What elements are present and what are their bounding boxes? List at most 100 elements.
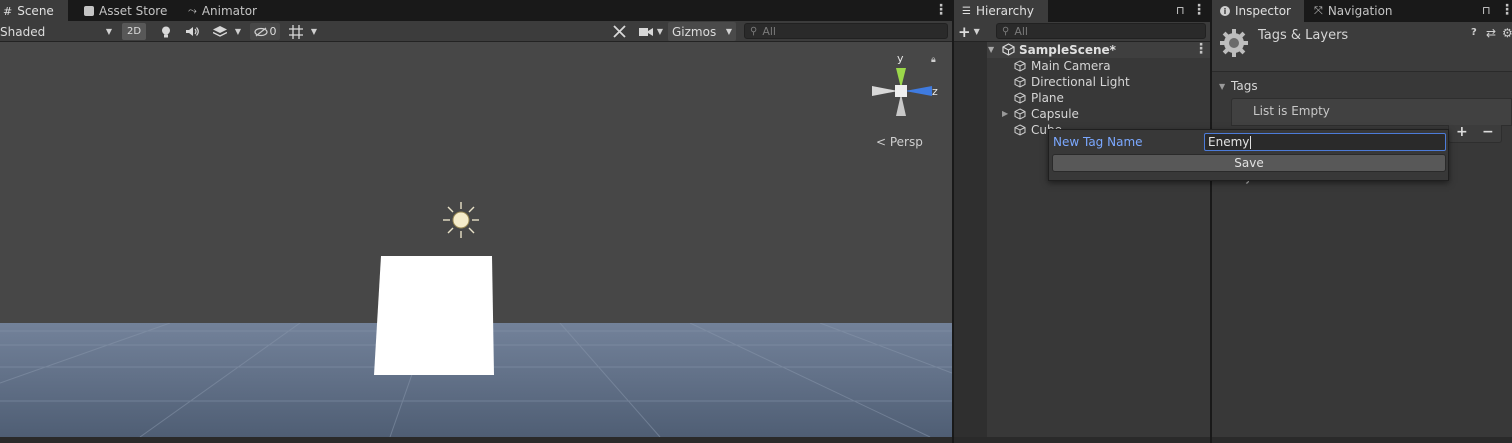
list-icon: ☰: [962, 5, 971, 17]
hierarchy-search-input[interactable]: ⚲ All: [996, 23, 1206, 39]
inspector-bottom-bar: [1212, 437, 1512, 443]
tab-hierarchy-label: Hierarchy: [975, 4, 1034, 18]
tab-animator-label: Animator: [201, 4, 257, 18]
scene-menu-button[interactable]: ⋮: [1194, 41, 1208, 57]
chevron-down-icon: ▼: [105, 27, 112, 36]
save-button-label: Save: [1234, 156, 1264, 170]
hierarchy-menu-button[interactable]: ⋮: [1192, 2, 1206, 18]
layers-icon: [212, 25, 227, 37]
lock-icon[interactable]: ⊓: [1482, 4, 1491, 17]
hierarchy-item-plane[interactable]: Plane: [1014, 90, 1064, 106]
eye-slash-icon: [253, 27, 268, 36]
hidden-count: 0: [269, 25, 277, 38]
remove-tag-button[interactable]: −: [1482, 124, 1494, 140]
gear-icon: [1220, 29, 1248, 57]
unity-scene-icon: [1002, 43, 1015, 56]
cube-icon: [1014, 76, 1026, 88]
chevron-down-icon: ▼: [656, 27, 664, 36]
info-icon: i: [1220, 6, 1230, 16]
add-tag-button[interactable]: +: [1456, 124, 1468, 140]
gizmos-label: Gizmos: [672, 24, 717, 39]
tab-inspector[interactable]: i Inspector: [1212, 0, 1304, 22]
hierarchy-item-main-camera[interactable]: Main Camera: [1014, 58, 1111, 74]
hierarchy-item-label: Main Camera: [1031, 59, 1111, 73]
cube-icon: [1014, 92, 1026, 104]
tab-animator[interactable]: ⤳ Animator: [180, 0, 265, 22]
navigation-icon: ⤧: [1314, 4, 1323, 17]
tab-navigation[interactable]: ⤧ Navigation: [1306, 0, 1401, 22]
grid-icon: #: [3, 4, 13, 18]
text-cursor: [1250, 135, 1252, 149]
lock-icon[interactable]: 🔒︎: [931, 55, 936, 65]
new-tag-name-label: New Tag Name: [1053, 135, 1143, 149]
hierarchy-gutter: [954, 42, 987, 437]
camera-icon: [638, 27, 653, 36]
grid-snap-icon: [288, 24, 303, 39]
hidden-objects-toggle[interactable]: 0: [250, 23, 280, 40]
camera-dropdown[interactable]: ▼: [636, 23, 666, 40]
effects-dropdown[interactable]: ▼: [208, 23, 246, 40]
tab-hierarchy[interactable]: ☰ Hierarchy: [954, 0, 1048, 22]
tools-button[interactable]: [610, 23, 628, 40]
speaker-icon: [185, 27, 199, 36]
plus-icon: +: [958, 22, 971, 41]
lock-icon[interactable]: ⊓: [1176, 4, 1185, 17]
lighting-toggle-button[interactable]: [158, 23, 174, 40]
inspector-menu-button[interactable]: ⋮: [1500, 2, 1512, 18]
chevron-down-icon: ▼: [725, 27, 732, 36]
help-icon[interactable]: ?: [1471, 27, 1477, 38]
chevron-down-icon: ▼: [234, 27, 242, 36]
cube-object[interactable]: [372, 256, 496, 376]
add-object-dropdown[interactable]: + ▼: [958, 22, 990, 41]
audio-toggle-button[interactable]: [184, 23, 200, 40]
animator-icon: ⤳: [188, 4, 197, 17]
search-icon: ⚲: [1002, 25, 1010, 37]
shopping-bag-icon: [84, 6, 94, 16]
cube-icon: [1014, 124, 1026, 136]
tags-list-empty: List is Empty: [1253, 104, 1330, 118]
grid-snapping-dropdown[interactable]: ▼: [284, 23, 322, 40]
tab-scene[interactable]: # Scene: [0, 0, 68, 22]
scene-search-placeholder: All: [762, 24, 776, 38]
gizmo-axis-y-label: y: [897, 52, 904, 65]
hierarchy-item-label: Plane: [1031, 91, 1064, 105]
scene-panel: # Scene Asset Store ⤳ Animator ⋮ Shaded …: [0, 0, 952, 443]
chevron-down-icon: ▼: [310, 27, 318, 36]
tab-asset-store[interactable]: Asset Store: [76, 0, 175, 22]
cube-icon: [1014, 60, 1026, 72]
hierarchy-item-label: Capsule: [1031, 107, 1079, 121]
scene-panel-menu-button[interactable]: ⋮: [934, 2, 948, 18]
tab-navigation-label: Navigation: [1327, 4, 1393, 18]
tab-inspector-label: Inspector: [1235, 4, 1291, 18]
sun-icon[interactable]: [442, 201, 480, 239]
cube-icon: [1014, 108, 1026, 120]
presets-icon[interactable]: ⇄: [1486, 26, 1496, 40]
toggle-2d-button[interactable]: 2D: [122, 23, 146, 40]
scene-viewport[interactable]: y z 🔒︎ < Persp: [0, 42, 952, 437]
new-tag-name-input[interactable]: Enemy: [1204, 133, 1446, 151]
tab-scene-label: Scene: [17, 4, 54, 18]
projection-toggle[interactable]: < Persp: [876, 135, 923, 149]
hierarchy-item-label: Directional Light: [1031, 75, 1130, 89]
hierarchy-bottom-bar: [954, 437, 1210, 443]
shading-mode-dropdown[interactable]: Shaded ▼: [0, 22, 116, 41]
expand-triangle-icon[interactable]: ▼: [1219, 82, 1225, 91]
expand-triangle-icon[interactable]: ▶: [1002, 109, 1008, 118]
hierarchy-search-placeholder: All: [1014, 24, 1028, 38]
shading-mode-label: Shaded: [0, 24, 46, 39]
settings-gear-icon[interactable]: ⚙: [1502, 26, 1512, 40]
gizmos-dropdown[interactable]: Gizmos ▼: [668, 22, 736, 41]
save-button[interactable]: Save: [1052, 154, 1446, 172]
expand-triangle-icon[interactable]: ▼: [988, 45, 994, 54]
tags-section-header[interactable]: Tags: [1231, 79, 1258, 93]
scene-search-input[interactable]: ⚲ All: [744, 23, 948, 39]
scene-bottom-bar: [0, 437, 952, 443]
hierarchy-item-capsule[interactable]: Capsule: [1014, 106, 1079, 122]
lightbulb-icon: [162, 26, 170, 37]
inspector-header: [1212, 22, 1512, 72]
tools-icon: [612, 25, 626, 38]
gizmo-axis-z-label: z: [932, 85, 938, 98]
toggle-2d-label: 2D: [126, 26, 142, 37]
hierarchy-item-directional-light[interactable]: Directional Light: [1014, 74, 1130, 90]
new-tag-name-value: Enemy: [1208, 135, 1250, 149]
